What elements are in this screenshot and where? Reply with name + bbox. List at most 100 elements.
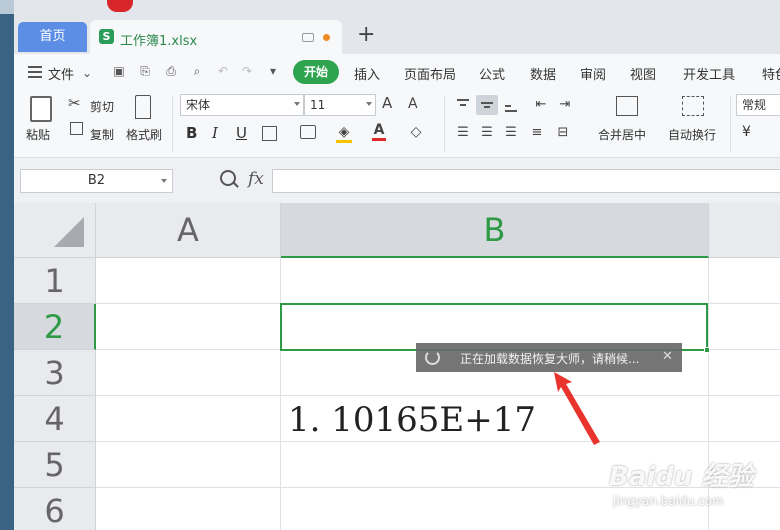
chevron-down-icon bbox=[366, 102, 372, 106]
menu-data[interactable]: 数据 bbox=[530, 64, 556, 83]
align-middle-button[interactable] bbox=[476, 95, 498, 115]
border-icon[interactable] bbox=[262, 126, 277, 141]
fill-color-icon[interactable]: ◈ bbox=[336, 124, 352, 143]
divider bbox=[730, 96, 731, 152]
align-right-button[interactable]: ☰ bbox=[500, 123, 522, 143]
chevron-down-icon[interactable]: ⌄ bbox=[80, 66, 94, 80]
unsaved-dot-icon bbox=[323, 34, 330, 41]
tab-workbook-title: 工作簿1.xlsx bbox=[120, 34, 198, 49]
toast-message: 正在加载数据恢复大师，请稍候... bbox=[460, 352, 640, 366]
decrease-font-icon[interactable]: A bbox=[408, 96, 418, 112]
decrease-indent-button[interactable]: ⇤ bbox=[530, 95, 552, 115]
paste-icon[interactable] bbox=[30, 96, 52, 122]
notification-badge bbox=[107, 0, 133, 12]
font-color-icon[interactable]: A bbox=[372, 122, 386, 141]
close-icon[interactable]: ✕ bbox=[662, 349, 673, 364]
add-tab-button[interactable]: + bbox=[357, 24, 375, 46]
increase-font-icon[interactable]: A bbox=[382, 94, 392, 112]
tab-home[interactable]: 首页 bbox=[18, 22, 87, 52]
desktop-background bbox=[0, 0, 14, 530]
font-name-value: 宋体 bbox=[186, 98, 211, 112]
hamburger-icon[interactable] bbox=[28, 66, 42, 78]
italic-button[interactable]: I bbox=[212, 124, 218, 142]
menu-page-layout[interactable]: 页面布局 bbox=[404, 64, 456, 83]
function-icon[interactable]: fx bbox=[248, 169, 264, 189]
scissors-icon[interactable]: ✂ bbox=[68, 94, 81, 112]
font-name-select[interactable]: 宋体 bbox=[180, 94, 304, 116]
underline-button[interactable]: U bbox=[236, 124, 247, 142]
formula-input[interactable] bbox=[272, 169, 780, 193]
merge-center-button[interactable]: 合并居中 bbox=[598, 126, 646, 143]
menu-review[interactable]: 审阅 bbox=[580, 64, 606, 83]
align-bottom-button[interactable] bbox=[500, 95, 522, 115]
menu-start[interactable]: 开始 bbox=[293, 60, 339, 84]
font-size-value: 11 bbox=[310, 98, 326, 112]
row-header-6[interactable]: 6 bbox=[14, 488, 96, 530]
monitor-icon[interactable] bbox=[302, 33, 314, 42]
select-all-corner[interactable] bbox=[14, 203, 96, 258]
print-preview-icon[interactable]: ⌕ bbox=[190, 64, 204, 78]
copy-button[interactable]: 复制 bbox=[90, 126, 114, 143]
brush-icon[interactable] bbox=[135, 95, 151, 119]
spreadsheet-icon: S bbox=[99, 29, 114, 44]
name-box[interactable]: B2 bbox=[20, 169, 173, 193]
menu-view[interactable]: 视图 bbox=[630, 64, 656, 83]
bold-button[interactable]: B bbox=[186, 124, 197, 142]
ribbon: 粘贴 ✂ 剪切 复制 格式刷 宋体 11 A A B I U ◈ A ◇ ⇤ ⇥… bbox=[14, 90, 780, 158]
row-header-1[interactable]: 1 bbox=[14, 258, 96, 304]
menu-formulas[interactable]: 公式 bbox=[479, 64, 505, 83]
copy-icon[interactable] bbox=[70, 122, 83, 135]
align-top-button[interactable] bbox=[452, 95, 474, 115]
divider bbox=[444, 96, 445, 152]
print-icon[interactable]: ⎙ bbox=[164, 64, 178, 78]
fill-handle[interactable] bbox=[704, 347, 710, 353]
export-icon[interactable]: ⎘ bbox=[138, 64, 152, 78]
annotation-arrow-icon bbox=[554, 372, 600, 445]
menu-file[interactable]: 文件 bbox=[48, 64, 74, 83]
font-size-select[interactable]: 11 bbox=[304, 94, 376, 116]
align-center-button[interactable]: ☰ bbox=[476, 123, 498, 143]
wrap-text-button[interactable]: 自动换行 bbox=[668, 126, 716, 143]
justify-button[interactable]: ≡ bbox=[526, 123, 548, 143]
chevron-down-icon bbox=[161, 179, 167, 183]
menu-features[interactable]: 特色 bbox=[762, 64, 780, 83]
row-header-3[interactable]: 3 bbox=[14, 350, 96, 396]
redo-icon[interactable]: ↷ bbox=[240, 64, 254, 78]
undo-icon[interactable]: ↶ bbox=[216, 64, 230, 78]
increase-indent-button[interactable]: ⇥ bbox=[554, 95, 576, 115]
row-header-2[interactable]: 2 bbox=[14, 304, 96, 350]
spinner-icon bbox=[425, 350, 440, 365]
grid-line bbox=[96, 395, 780, 396]
save-icon[interactable]: ▣ bbox=[112, 64, 126, 78]
cell-b4[interactable]: 1. 10165E+17 bbox=[288, 400, 536, 440]
paste-button[interactable]: 粘贴 bbox=[26, 126, 50, 143]
number-format-value: 常规 bbox=[742, 98, 767, 112]
menu-developer[interactable]: 开发工具 bbox=[683, 64, 735, 83]
column-header-c[interactable] bbox=[709, 203, 780, 258]
grid-line bbox=[96, 441, 780, 442]
formula-bar: B2 fx bbox=[14, 158, 780, 203]
column-header-b[interactable]: B bbox=[281, 203, 709, 258]
name-box-value: B2 bbox=[87, 173, 106, 188]
cell-style-icon[interactable] bbox=[300, 125, 316, 139]
wrap-text-icon[interactable] bbox=[682, 96, 704, 116]
format-painter-button[interactable]: 格式刷 bbox=[126, 126, 162, 143]
tab-workbook[interactable]: S 工作簿1.xlsx bbox=[90, 20, 342, 54]
number-format-select[interactable]: 常规 bbox=[736, 94, 780, 116]
cut-button[interactable]: 剪切 bbox=[90, 98, 114, 115]
watermark-logo: Baidu 经验 bbox=[609, 462, 754, 492]
currency-button[interactable]: ¥ bbox=[742, 124, 751, 140]
align-left-button[interactable]: ☰ bbox=[452, 123, 474, 143]
loading-toast: 正在加载数据恢复大师，请稍候... ✕ bbox=[416, 343, 682, 372]
row-header-5[interactable]: 5 bbox=[14, 442, 96, 488]
column-header-a[interactable]: A bbox=[96, 203, 281, 258]
eraser-icon[interactable]: ◇ bbox=[408, 124, 424, 140]
merge-cells-icon[interactable] bbox=[616, 96, 638, 116]
triangle-icon bbox=[54, 217, 84, 247]
customize-icon[interactable]: ▾ bbox=[266, 64, 280, 78]
menu-insert[interactable]: 插入 bbox=[354, 64, 380, 83]
distributed-align-button[interactable]: ⊟ bbox=[552, 123, 574, 143]
search-icon[interactable] bbox=[220, 170, 236, 186]
divider bbox=[172, 96, 173, 152]
row-header-4[interactable]: 4 bbox=[14, 396, 96, 442]
